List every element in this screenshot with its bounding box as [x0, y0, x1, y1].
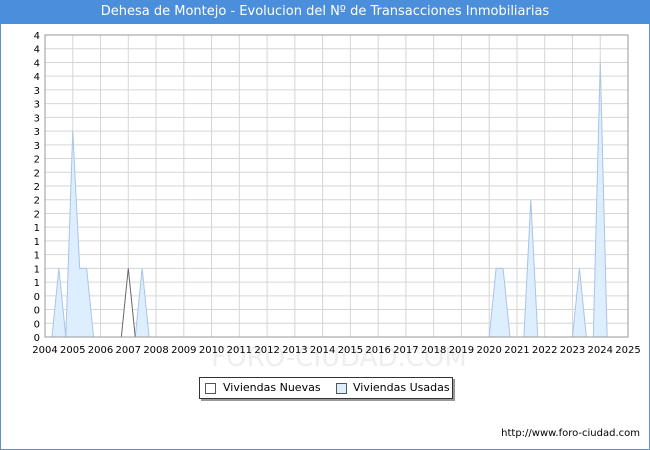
y-tick-label: 4 — [34, 58, 40, 69]
y-tick-label: 2 — [34, 196, 40, 207]
x-tick-label: 2013 — [282, 345, 307, 356]
x-tick-label: 2016 — [365, 345, 390, 356]
x-tick-label: 2022 — [532, 345, 557, 356]
x-tick-label: 2014 — [310, 345, 335, 356]
legend-swatch-nuevas — [205, 383, 216, 394]
x-tick-label: 2023 — [560, 345, 585, 356]
footer-url: http://www.foro-ciudad.com — [501, 428, 640, 439]
x-tick-label: 2018 — [421, 345, 446, 356]
y-tick-label: 4 — [34, 45, 40, 56]
legend-swatch-usadas — [336, 383, 347, 394]
y-tick-label: 0 — [34, 292, 40, 303]
x-tick-label: 2010 — [199, 345, 224, 356]
y-tick-label: 4 — [34, 72, 40, 83]
y-tick-label: 3 — [34, 141, 40, 152]
x-tick-label: 2024 — [588, 345, 613, 356]
legend-label-nuevas: Viviendas Nuevas — [223, 381, 321, 394]
x-tick-label: 2011 — [227, 345, 252, 356]
y-tick-label: 2 — [34, 155, 40, 166]
legend: Viviendas Nuevas Viviendas Usadas — [199, 377, 453, 399]
y-tick-label: 0 — [34, 333, 40, 344]
y-tick-label: 3 — [34, 100, 40, 111]
x-tick-label: 2020 — [476, 345, 501, 356]
x-tick-label: 2004 — [32, 345, 57, 356]
y-tick-label: 2 — [34, 182, 40, 193]
y-tick-label: 2 — [34, 168, 40, 179]
x-tick-label: 2012 — [254, 345, 279, 356]
x-tick-label: 2005 — [60, 345, 85, 356]
x-tick-label: 2007 — [116, 345, 141, 356]
x-tick-label: 2008 — [143, 345, 168, 356]
y-tick-label: 1 — [34, 237, 40, 248]
y-tick-label: 1 — [34, 251, 40, 262]
y-tick-label: 0 — [34, 319, 40, 330]
x-tick-label: 2017 — [393, 345, 418, 356]
y-tick-label: 1 — [34, 278, 40, 289]
grid — [44, 34, 629, 338]
x-tick-label: 2015 — [338, 345, 363, 356]
x-tick-label: 2025 — [615, 345, 640, 356]
x-tick-label: 2019 — [449, 345, 474, 356]
y-tick-label: 2 — [34, 209, 40, 220]
y-tick-label: 3 — [34, 86, 40, 97]
y-tick-label: 1 — [34, 264, 40, 275]
y-tick-label: 1 — [34, 223, 40, 234]
y-tick-label: 3 — [34, 113, 40, 124]
y-tick-label: 3 — [34, 127, 40, 138]
y-tick-label: 4 — [34, 31, 40, 42]
x-tick-label: 2021 — [504, 345, 529, 356]
y-tick-label: 0 — [34, 306, 40, 317]
x-tick-label: 2006 — [88, 345, 113, 356]
x-tick-label: 2009 — [171, 345, 196, 356]
legend-label-usadas: Viviendas Usadas — [353, 381, 450, 394]
